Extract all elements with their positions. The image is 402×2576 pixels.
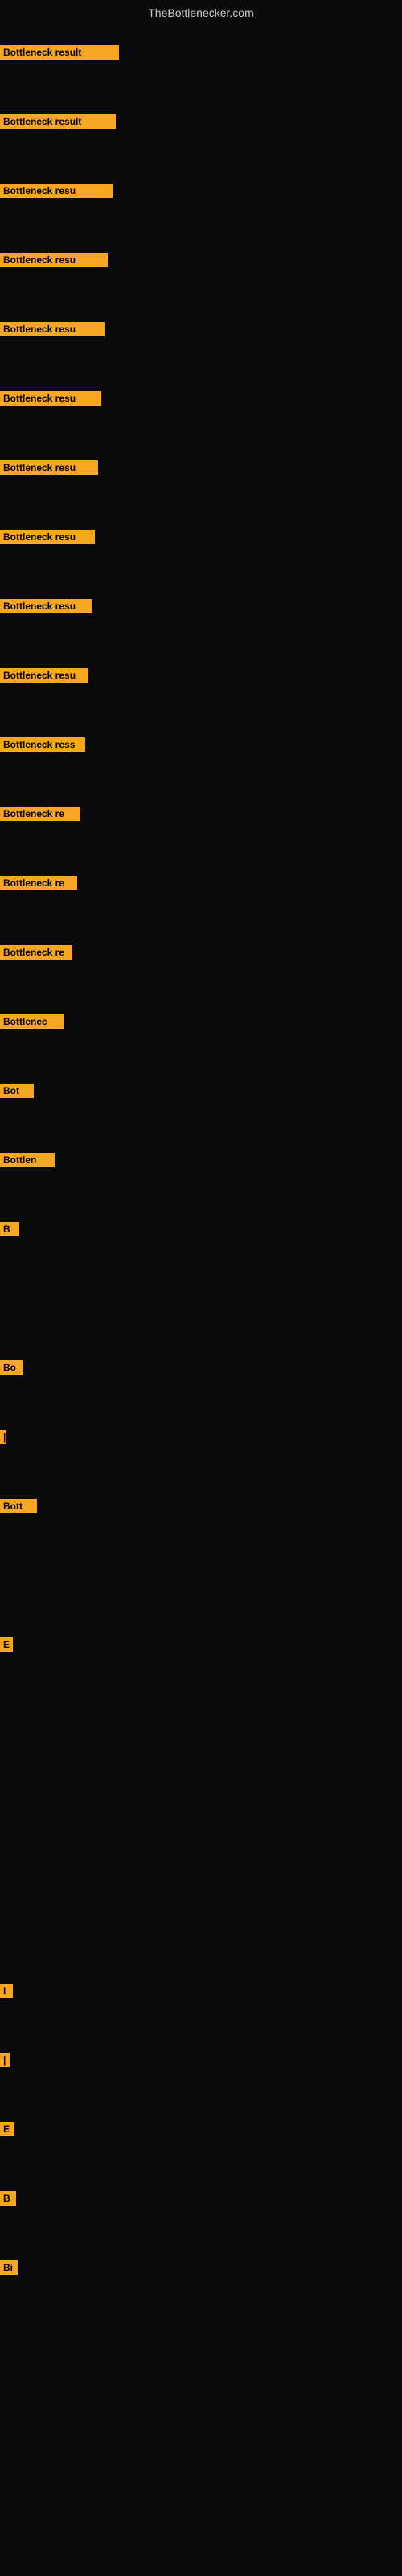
bottleneck-label: Bi — [0, 2260, 18, 2275]
bottleneck-label: Bottleneck resu — [0, 530, 95, 544]
bottleneck-item: Bo — [0, 1360, 23, 1379]
bottleneck-item: Bott — [0, 1499, 37, 1517]
bottleneck-item: Bot — [0, 1084, 34, 1102]
bottleneck-label: Bottleneck result — [0, 45, 119, 60]
bottleneck-label: Bottleneck resu — [0, 460, 98, 475]
bottleneck-label: Bottleneck resu — [0, 391, 101, 406]
bottleneck-label: Bottlenec — [0, 1014, 64, 1029]
bottleneck-item: Bottleneck resu — [0, 460, 98, 479]
bottleneck-item: Bottlen — [0, 1153, 55, 1171]
bottleneck-label: E — [0, 1637, 13, 1652]
bottleneck-item: Bottleneck resu — [0, 322, 105, 341]
bottleneck-item: Bottlenec — [0, 1014, 64, 1033]
bottleneck-item: Bottleneck re — [0, 876, 77, 894]
bottleneck-label: Bot — [0, 1084, 34, 1098]
bottleneck-label: B — [0, 2191, 16, 2206]
bottleneck-item: I — [0, 1984, 13, 2002]
bottleneck-item: Bottleneck resu — [0, 599, 92, 617]
bottleneck-label: Bott — [0, 1499, 37, 1513]
bottleneck-item: Bi — [0, 2260, 18, 2279]
bottleneck-label: Bottleneck resu — [0, 322, 105, 336]
bottleneck-item: Bottleneck result — [0, 114, 116, 133]
page-container: TheBottlenecker.com Bottleneck result Bot… — [0, 0, 402, 2576]
bottleneck-label: I — [0, 1984, 13, 1998]
bottleneck-item: Bottleneck resu — [0, 391, 101, 410]
bottleneck-label: B — [0, 1222, 19, 1236]
bottleneck-label: Bottleneck resu — [0, 668, 88, 683]
bottleneck-label: Bottleneck result — [0, 114, 116, 129]
bottleneck-item: Bottleneck resu — [0, 184, 113, 202]
bottleneck-item: Bottleneck ress — [0, 737, 85, 756]
bottleneck-label: Bottleneck re — [0, 876, 77, 890]
site-title: TheBottlenecker.com — [0, 0, 402, 23]
bottleneck-label: Bottleneck resu — [0, 184, 113, 198]
bottleneck-item: Bottleneck resu — [0, 668, 88, 687]
bottleneck-item: Bottleneck resu — [0, 530, 95, 548]
bottleneck-label: Bottleneck re — [0, 807, 80, 821]
bottleneck-item: | — [0, 1430, 6, 1448]
bottleneck-label: | — [0, 1430, 6, 1444]
bottleneck-item: E — [0, 1637, 13, 1656]
bottleneck-item: Bottleneck re — [0, 807, 80, 825]
bottleneck-item: E — [0, 2122, 14, 2140]
bottleneck-item: Bottleneck resu — [0, 253, 108, 271]
bottleneck-label: Bo — [0, 1360, 23, 1375]
bottleneck-label: E — [0, 2122, 14, 2136]
bottleneck-label: Bottlen — [0, 1153, 55, 1167]
bottleneck-label: Bottleneck re — [0, 945, 72, 960]
bottleneck-item: Bottleneck result — [0, 45, 119, 64]
bottleneck-label: Bottleneck ress — [0, 737, 85, 752]
bottleneck-item: Bottleneck re — [0, 945, 72, 964]
bottleneck-label: | — [0, 2053, 10, 2067]
bottleneck-item: B — [0, 1222, 19, 1241]
bottleneck-item: B — [0, 2191, 16, 2210]
bottleneck-label: Bottleneck resu — [0, 599, 92, 613]
bottleneck-item: | — [0, 2053, 10, 2071]
bottleneck-label: Bottleneck resu — [0, 253, 108, 267]
